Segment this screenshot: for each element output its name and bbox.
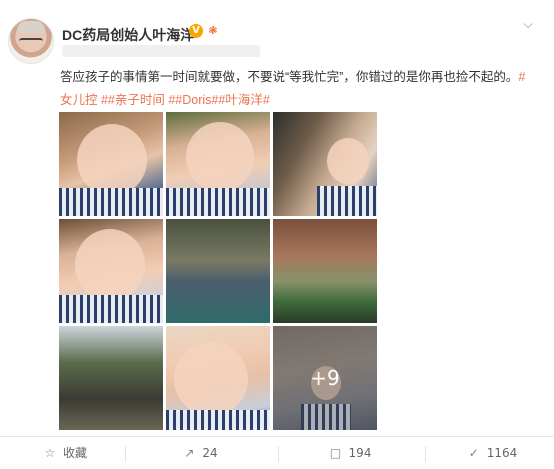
photo-8[interactable]	[166, 326, 270, 430]
post-text: 答应孩子的事情第一时间就要做，不要说“等我忙完”，你错过的是你再也捡不起的。#女…	[60, 66, 530, 112]
share-icon: ↗	[184, 446, 195, 460]
photo-3[interactable]	[273, 112, 377, 216]
favorite-button[interactable]: ☆ 收藏	[10, 437, 120, 469]
repost-count: 24	[202, 446, 218, 460]
photo-9[interactable]: +9	[273, 326, 377, 430]
avatar-hat	[17, 21, 45, 33]
post-body: 答应孩子的事情第一时间就要做，不要说“等我忙完”，你错过的是你再也捡不起的。	[60, 70, 519, 84]
author-avatar[interactable]	[8, 18, 54, 64]
photo-6[interactable]	[273, 219, 377, 323]
like-button[interactable]: ✓ 1164	[440, 437, 544, 469]
photo-1[interactable]	[59, 112, 163, 216]
comment-count: 194	[348, 446, 372, 460]
divider	[278, 446, 279, 462]
post-meta-blurred	[62, 45, 260, 57]
divider	[125, 446, 126, 462]
more-photos-count[interactable]: +9	[273, 326, 377, 430]
verified-badge-icon: V	[189, 24, 203, 38]
author-name[interactable]: DC药局创始人叶海洋	[62, 25, 194, 45]
thumbs-up-icon: ✓	[468, 446, 479, 460]
repost-button[interactable]: ↗ 24	[140, 437, 260, 469]
star-icon: ☆	[44, 446, 56, 460]
comment-button[interactable]: □ 194	[290, 437, 410, 469]
action-bar: ☆ 收藏 ↗ 24 □ 194 ✓ 1164	[0, 436, 554, 469]
comment-icon: □	[329, 446, 342, 460]
like-count: 1164	[486, 446, 518, 460]
fan-badge-icon: ❃	[208, 24, 218, 37]
avatar-glasses	[19, 38, 43, 46]
weibo-post-card: DC药局创始人叶海洋 V ❃ ⌵ 答应孩子的事情第一时间就要做，不要说“等我忙完…	[0, 0, 554, 468]
photo-2[interactable]	[166, 112, 270, 216]
photo-grid: +9	[59, 112, 377, 430]
photo-4[interactable]	[59, 219, 163, 323]
photo-7[interactable]	[59, 326, 163, 430]
photo-5[interactable]	[166, 219, 270, 323]
divider	[425, 446, 426, 462]
chevron-down-icon[interactable]: ⌵	[520, 16, 536, 32]
favorite-label: 收藏	[62, 446, 87, 460]
